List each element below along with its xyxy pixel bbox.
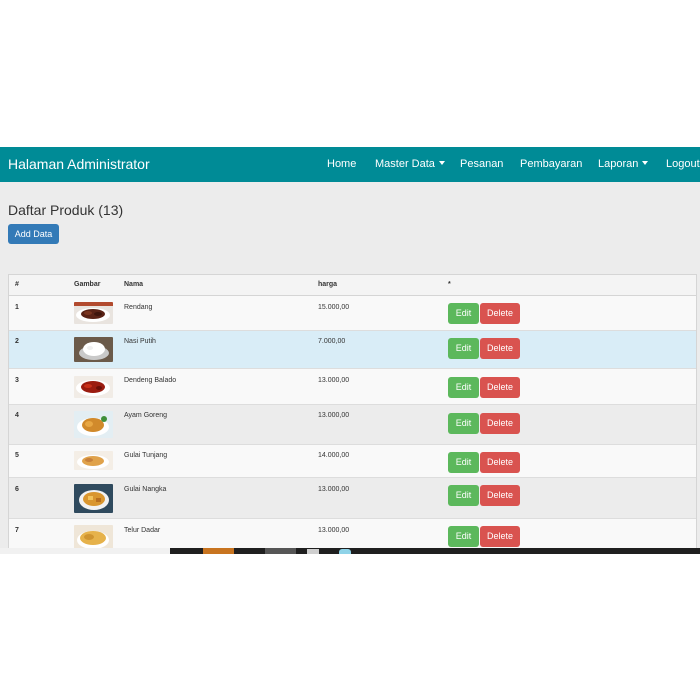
nav-pembayaran-label: Pembayaran xyxy=(520,158,583,170)
edit-button[interactable]: Edit xyxy=(448,338,479,359)
nav-logout[interactable]: Logout xyxy=(666,158,700,170)
product-name: Dendeng Balado xyxy=(124,377,177,384)
delete-button[interactable]: Delete xyxy=(480,485,520,506)
row-number: 5 xyxy=(15,452,19,459)
brand-title[interactable]: Halaman Administrator xyxy=(8,156,150,172)
table-row: 6 Gulai Nangka 13.000,00 Edit Delete xyxy=(9,478,696,519)
row-number: 6 xyxy=(15,486,19,493)
product-name: Ayam Goreng xyxy=(124,412,168,419)
edit-button[interactable]: Edit xyxy=(448,452,479,473)
caret-down-icon xyxy=(438,161,445,165)
edit-button[interactable]: Edit xyxy=(448,526,479,547)
screenshot-canvas: Halaman Administrator Home Master Data P… xyxy=(0,0,700,700)
product-name: Gulai Tunjang xyxy=(124,452,168,459)
table-header-row: # Gambar Nama harga * xyxy=(9,275,696,296)
product-name: Nasi Putih xyxy=(124,338,156,345)
row-number: 4 xyxy=(15,412,19,419)
product-name: Rendang xyxy=(124,304,153,311)
table-row: 2 Nasi Putih 7.000,00 Edit Delete xyxy=(9,331,696,369)
nav-home[interactable]: Home xyxy=(327,158,356,170)
gulai-nangka-thumbnail xyxy=(74,484,113,513)
nav-laporan[interactable]: Laporan xyxy=(598,158,649,170)
ayam-goreng-thumbnail xyxy=(74,411,113,438)
nasi-putih-thumbnail xyxy=(74,337,113,362)
delete-button[interactable]: Delete xyxy=(480,452,520,473)
header-gambar: Gambar xyxy=(74,281,101,288)
table-row: 4 Ayam Goreng 13.000,00 Edit Delete xyxy=(9,405,696,445)
product-price: 15.000,00 xyxy=(318,304,350,311)
product-price: 13.000,00 xyxy=(318,377,350,384)
nav-pesanan[interactable]: Pesanan xyxy=(460,158,503,170)
nav-pesanan-label: Pesanan xyxy=(460,158,504,170)
nav-home-label: Home xyxy=(327,158,357,170)
product-price: 13.000,00 xyxy=(318,527,350,534)
telur-dadar-thumbnail xyxy=(74,525,113,550)
browser-viewport: Halaman Administrator Home Master Data P… xyxy=(0,147,700,552)
delete-button[interactable]: Delete xyxy=(480,338,520,359)
row-number: 1 xyxy=(15,304,19,311)
add-data-button[interactable]: Add Data xyxy=(8,224,59,244)
dendeng-balado-thumbnail xyxy=(74,376,113,398)
taskbar-app-icon[interactable] xyxy=(339,549,351,554)
product-name: Telur Dadar xyxy=(124,527,161,534)
caret-down-icon xyxy=(642,161,649,165)
header-nama: Nama xyxy=(124,281,144,288)
product-price: 7.000,00 xyxy=(318,338,346,345)
row-number: 2 xyxy=(15,338,19,345)
nav-master-data[interactable]: Master Data xyxy=(375,158,445,170)
taskbar-left-edge xyxy=(0,548,170,554)
taskbar-app-icon[interactable] xyxy=(203,548,234,554)
table-row: 5 Gulai Tunjang 14.000,00 Edit Delete xyxy=(9,445,696,478)
delete-button[interactable]: Delete xyxy=(480,303,520,324)
product-name: Gulai Nangka xyxy=(124,486,167,493)
header-harga: harga xyxy=(318,281,338,288)
page-title: Daftar Produk (13) xyxy=(8,202,124,218)
row-number: 3 xyxy=(15,377,19,384)
nav-master-data-label: Master Data xyxy=(375,158,435,170)
taskbar-app-icon[interactable] xyxy=(265,548,296,554)
rendang-thumbnail xyxy=(74,302,113,324)
taskbar-app-icon[interactable] xyxy=(307,549,319,554)
table-row: 3 Dendeng Balado 13.000,00 Edit Delete xyxy=(9,369,696,405)
product-price: 13.000,00 xyxy=(318,486,350,493)
edit-button[interactable]: Edit xyxy=(448,303,479,324)
top-navbar: Halaman Administrator Home Master Data P… xyxy=(0,147,700,182)
table-row: 1 Rendang 15.000,00 Edit Delete xyxy=(9,296,696,331)
product-price: 14.000,00 xyxy=(318,452,350,459)
nav-pembayaran[interactable]: Pembayaran xyxy=(520,158,582,170)
edit-button[interactable]: Edit xyxy=(448,413,479,434)
row-number: 7 xyxy=(15,527,19,534)
delete-button[interactable]: Delete xyxy=(480,413,520,434)
header-number: # xyxy=(15,281,19,288)
product-price: 13.000,00 xyxy=(318,412,350,419)
nav-logout-label: Logout xyxy=(666,158,700,170)
edit-button[interactable]: Edit xyxy=(448,377,479,398)
nav-laporan-label: Laporan xyxy=(598,158,639,170)
delete-button[interactable]: Delete xyxy=(480,377,520,398)
os-taskbar xyxy=(170,548,700,554)
header-actions: * xyxy=(448,281,451,288)
product-table: # Gambar Nama harga * 1 Rendang 15.000,0… xyxy=(8,274,697,552)
delete-button[interactable]: Delete xyxy=(480,526,520,547)
edit-button[interactable]: Edit xyxy=(448,485,479,506)
gulai-tunjang-thumbnail xyxy=(74,451,113,470)
